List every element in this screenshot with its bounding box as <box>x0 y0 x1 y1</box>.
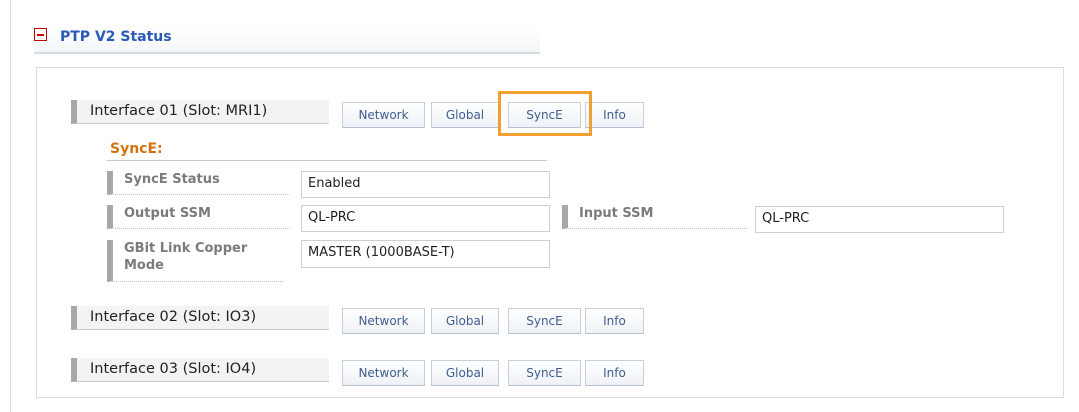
synce-tab-highlight <box>498 91 592 136</box>
input-ssm-value: QL-PRC <box>755 206 1004 233</box>
tab-network[interactable]: Network <box>342 102 425 128</box>
section-header: PTP V2 Status <box>34 26 540 54</box>
synce-divider <box>107 160 547 161</box>
gbit-link-mode-value: MASTER (1000BASE-T) <box>301 240 550 268</box>
tab-synce[interactable]: SyncE <box>508 308 581 334</box>
interface-row-02: Interface 02 (Slot: IO3) Network Global … <box>71 306 651 335</box>
interface-label: Interface 01 (Slot: MRI1) <box>71 100 329 124</box>
left-border <box>10 0 11 412</box>
synce-heading: SyncE: <box>110 141 163 157</box>
section-title: PTP V2 Status <box>60 29 172 45</box>
synce-status-label: SyncE Status <box>107 171 290 195</box>
output-ssm-label: Output SSM <box>107 205 290 229</box>
tab-synce[interactable]: SyncE <box>508 360 581 386</box>
tab-info[interactable]: Info <box>585 360 644 386</box>
input-ssm-label: Input SSM <box>562 205 747 229</box>
tab-global[interactable]: Global <box>431 102 499 128</box>
tab-network[interactable]: Network <box>342 360 425 386</box>
tab-network[interactable]: Network <box>342 308 425 334</box>
tab-info[interactable]: Info <box>585 102 644 128</box>
synce-status-value: Enabled <box>301 171 550 198</box>
interface-label: Interface 02 (Slot: IO3) <box>71 306 329 330</box>
output-ssm-value: QL-PRC <box>301 205 550 232</box>
tab-global[interactable]: Global <box>431 360 499 386</box>
tab-global[interactable]: Global <box>431 308 499 334</box>
gbit-link-mode-label: GBit Link Copper Mode <box>107 240 283 282</box>
interface-label: Interface 03 (Slot: IO4) <box>71 358 329 382</box>
tab-info[interactable]: Info <box>585 308 644 334</box>
collapse-minus-icon[interactable] <box>34 28 47 41</box>
interface-row-03: Interface 03 (Slot: IO4) Network Global … <box>71 358 651 387</box>
